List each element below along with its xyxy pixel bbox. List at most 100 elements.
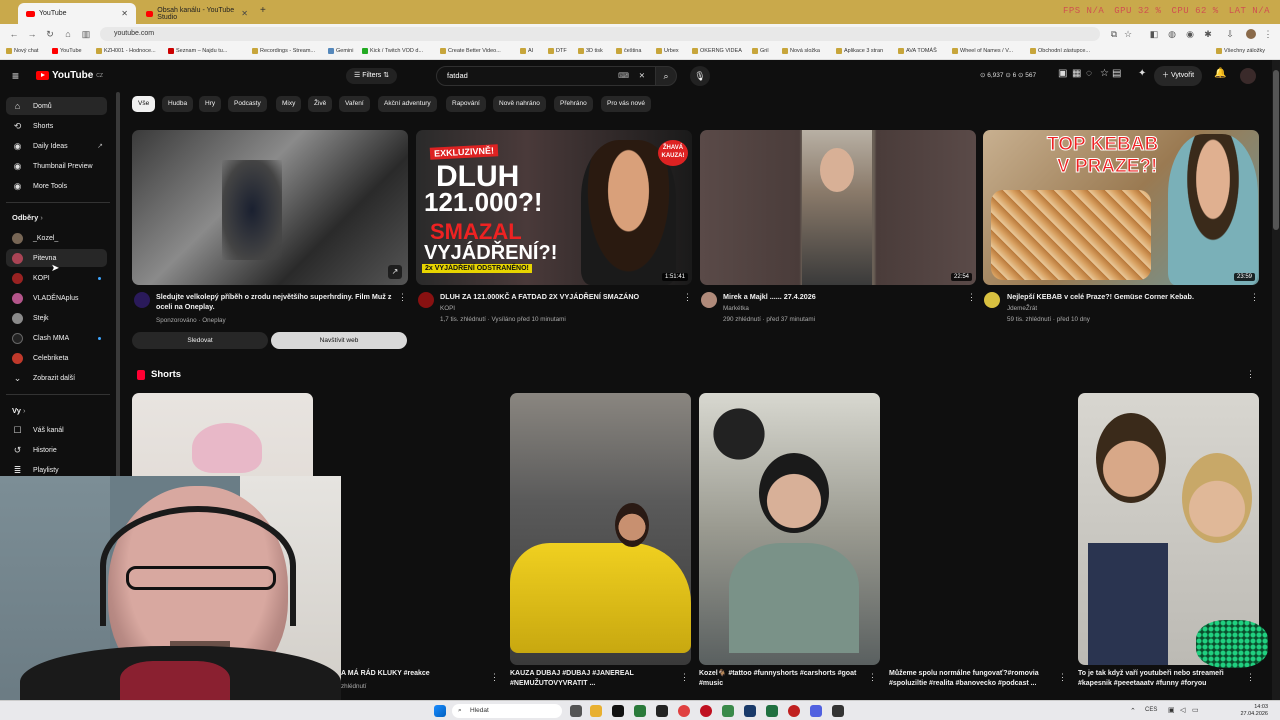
bookmark-item[interactable]: OKERNG VIDEA bbox=[692, 48, 742, 54]
video-channel[interactable]: JdemeŽrát bbox=[1007, 303, 1037, 314]
battery-icon[interactable]: ▭ bbox=[1192, 706, 1199, 714]
home-icon[interactable]: ⌂ bbox=[62, 28, 74, 40]
sidebar-toggle-icon[interactable]: ▥ bbox=[80, 28, 92, 40]
tab-studio[interactable]: Obsah kanálu - YouTube Studio ✕ bbox=[138, 3, 256, 24]
task-view-icon[interactable] bbox=[570, 705, 582, 717]
chip[interactable]: Živě bbox=[308, 96, 333, 112]
chip[interactable]: Podcasty bbox=[228, 96, 267, 112]
discord-icon[interactable] bbox=[810, 705, 822, 717]
external-link-icon[interactable]: ↗ bbox=[388, 265, 402, 279]
bookmark-item[interactable]: Aplikace 3 stran bbox=[836, 48, 883, 54]
steam-icon[interactable] bbox=[744, 705, 756, 717]
sidebar-sub-kozel[interactable]: _Kozel_ bbox=[6, 229, 107, 247]
chip[interactable]: Hudba bbox=[162, 96, 194, 112]
more-options-icon[interactable]: ⋮ bbox=[398, 292, 407, 303]
taskbar-search[interactable]: ⌕ Hledat bbox=[452, 704, 562, 718]
show-more-button[interactable]: ⌄ Zobrazit další bbox=[6, 369, 107, 387]
sidebar-item-history[interactable]: ↺ Historie bbox=[6, 441, 107, 459]
more-options-icon[interactable]: ⋮ bbox=[967, 292, 976, 303]
youtube-logo[interactable]: YouTube CZ bbox=[36, 70, 103, 81]
more-options-icon[interactable]: ⋮ bbox=[1246, 672, 1255, 683]
page-scrollbar-thumb[interactable] bbox=[1273, 70, 1279, 230]
bookmark-item[interactable]: Recordings - Stream... bbox=[252, 48, 315, 54]
extension-stat-icon[interactable]: ▣ bbox=[1058, 68, 1067, 79]
extension-icon-2[interactable]: ◍ bbox=[1166, 28, 1178, 40]
extension-icon[interactable]: ◧ bbox=[1148, 28, 1160, 40]
share-icon[interactable]: ⧉ bbox=[1108, 28, 1120, 40]
volume-icon[interactable]: ◁ bbox=[1180, 706, 1185, 714]
sidebar-sub-stejk[interactable]: Stejk bbox=[6, 309, 107, 327]
sidebar-item-your-channel[interactable]: ☐ Váš kanál bbox=[6, 421, 107, 439]
keyboard-icon[interactable]: ⌨ bbox=[618, 67, 629, 85]
chip[interactable]: Pro vás nové bbox=[601, 96, 651, 112]
shorts-more-options-icon[interactable]: ⋮ bbox=[1246, 369, 1255, 380]
bookmark-item[interactable]: DTF bbox=[548, 48, 567, 54]
bookmark-item[interactable]: YouTube bbox=[52, 48, 82, 54]
chrome-icon[interactable] bbox=[678, 705, 690, 717]
sidebar-item-thumbnail-preview[interactable]: ◉ Thumbnail Preview bbox=[6, 157, 107, 175]
extension-stat-icon-5[interactable]: ▤ bbox=[1112, 68, 1121, 79]
bookmark-item[interactable]: KZH001 - Hodnoce... bbox=[96, 48, 156, 54]
bookmark-star-icon[interactable]: ☆ bbox=[1122, 28, 1134, 40]
page-scrollbar[interactable] bbox=[1272, 60, 1280, 700]
openai-icon[interactable] bbox=[656, 705, 668, 717]
bookmark-item[interactable]: Gemini bbox=[328, 48, 353, 54]
chip[interactable]: Hry bbox=[199, 96, 222, 112]
taskbar-lang[interactable]: CES bbox=[1145, 707, 1157, 713]
video-thumbnail[interactable]: TOP KEBAB V PRAZE?! 23:59 bbox=[983, 130, 1259, 285]
close-tab-icon[interactable]: ✕ bbox=[241, 9, 248, 18]
obs-icon[interactable] bbox=[832, 705, 844, 717]
opera-gx-icon[interactable] bbox=[788, 705, 800, 717]
more-options-icon[interactable]: ⋮ bbox=[868, 672, 877, 683]
chip[interactable]: Rapování bbox=[446, 96, 486, 112]
reload-icon[interactable]: ↻ bbox=[44, 28, 56, 40]
video-title[interactable]: DLUH ZA 121.000KČ A FATDAD 2X VYJÁDŘENÍ … bbox=[440, 292, 680, 302]
video-thumbnail[interactable]: EXKLUZIVNĚ! DLUH 121.000?! SMAZAL VYJÁDŘ… bbox=[416, 130, 692, 285]
tab-youtube[interactable]: YouTube ✕ bbox=[18, 3, 136, 24]
chip-all[interactable]: Vše bbox=[132, 96, 156, 112]
downloads-icon[interactable]: ⇩ bbox=[1224, 28, 1236, 40]
video-channel[interactable]: KOPI bbox=[440, 303, 455, 314]
search-input[interactable]: fatdad ⌨ ✕ bbox=[436, 66, 656, 86]
create-button[interactable]: ＋ Vytvořit bbox=[1154, 66, 1203, 86]
file-explorer-icon[interactable] bbox=[590, 705, 602, 717]
extension-stat-icon-3[interactable]: ◌ bbox=[1086, 68, 1092, 79]
chip[interactable]: Přehráno bbox=[554, 96, 593, 112]
video-channel[interactable]: Sponzorováno · Oneplay bbox=[156, 315, 226, 326]
search-button[interactable]: ⌕ bbox=[655, 66, 677, 86]
short-title[interactable]: Můžeme spolu normálne fungovať?#romovia … bbox=[889, 669, 1059, 689]
bookmark-item[interactable]: Seznam – Najdu tu... bbox=[168, 48, 227, 54]
bookmark-item[interactable]: AI bbox=[520, 48, 533, 54]
profile-avatar[interactable] bbox=[1246, 29, 1256, 39]
watch-button[interactable]: Sledovat bbox=[132, 332, 268, 349]
channel-avatar[interactable] bbox=[701, 292, 717, 308]
more-options-icon[interactable]: ⋮ bbox=[490, 672, 499, 683]
all-bookmarks[interactable]: Všechny záložky bbox=[1216, 48, 1265, 54]
bookmark-item[interactable]: Wheel of Names / V... bbox=[952, 48, 1013, 54]
extension-stat-icon-4[interactable]: ☆ bbox=[1100, 68, 1109, 79]
clear-search-icon[interactable]: ✕ bbox=[639, 67, 645, 85]
account-avatar[interactable] bbox=[1240, 68, 1256, 84]
short-title[interactable]: To je tak když vaří youtubeři nebo strea… bbox=[1078, 669, 1248, 689]
bookmark-item[interactable]: Kick / Twitch VOD d... bbox=[362, 48, 423, 54]
video-title[interactable]: Mirek a Majkl ...... 27.4.2026 bbox=[723, 292, 963, 302]
filters-button[interactable]: ☰ Filters ⇅ bbox=[346, 68, 398, 84]
chip[interactable]: Akční adventury bbox=[378, 96, 437, 112]
bookmark-item[interactable]: Nová složka bbox=[782, 48, 820, 54]
extension-stat-icon-2[interactable]: ▦ bbox=[1072, 68, 1081, 79]
close-tab-icon[interactable]: ✕ bbox=[121, 9, 128, 18]
more-options-icon[interactable]: ⋮ bbox=[683, 292, 692, 303]
bookmark-item[interactable]: Nový chat bbox=[6, 48, 38, 54]
new-tab-button[interactable]: + bbox=[260, 5, 266, 16]
visit-website-button[interactable]: Navštívit web bbox=[271, 332, 407, 349]
sidebar-item-shorts[interactable]: ⟲ Shorts bbox=[6, 117, 107, 135]
channel-avatar[interactable] bbox=[134, 292, 150, 308]
opera-icon[interactable] bbox=[700, 705, 712, 717]
taskbar-clock[interactable]: 14:03 27.04.2026 bbox=[1240, 704, 1268, 718]
url-field[interactable]: youtube.com bbox=[100, 27, 1100, 41]
more-options-icon[interactable]: ⋮ bbox=[680, 672, 689, 683]
extension-icon-3[interactable]: ◉ bbox=[1184, 28, 1196, 40]
chip[interactable]: Nově nahráno bbox=[493, 96, 546, 112]
sidebar-item-daily-ideas[interactable]: ◉ Daily Ideas ↗ bbox=[6, 137, 107, 155]
bookmark-item[interactable]: Urbex bbox=[656, 48, 679, 54]
